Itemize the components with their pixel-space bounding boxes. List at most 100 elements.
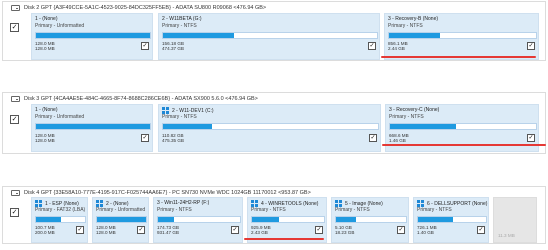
disk-4-partition-4[interactable]: 4 - WINRETOOLS (None) Primary - NTFS 925… (247, 197, 327, 243)
partition-checkbox[interactable]: ✓ (369, 134, 377, 142)
disk-4-partition-1[interactable]: 1 - ESP (None) Primary - FAT32 (LBA) 100… (31, 197, 88, 243)
partition-checkbox[interactable]: ✓ (397, 226, 405, 234)
partition-type: Primary - Unformatted (35, 114, 85, 120)
partition-name: 3 - Win11-24H2-RP (F:) (157, 200, 210, 206)
partition-name: 2 - W11-DEV1 (C:) (162, 107, 214, 114)
partition-name: 3 - Recovery-B (None) (388, 16, 439, 22)
partition-usage-bar (335, 216, 407, 223)
disk-3-checkbox[interactable]: ✓ (10, 115, 19, 124)
partition-name-text: 2 - W11-DEV1 (C:) (172, 107, 214, 114)
disk-2-title: Disk 2 GPT {A3F49CCE-5A1C-4523-9025-84DC… (24, 4, 267, 11)
partition-name: 1 - ESP (None) (35, 200, 79, 207)
annotation-underline (381, 56, 536, 58)
partition-total: 2.44 GB (388, 46, 405, 51)
windows-icon (162, 107, 169, 114)
hard-drive-icon (11, 189, 20, 196)
windows-icon (417, 200, 424, 207)
partition-name: 5 - Image (None) (335, 200, 383, 207)
partition-name: 3 - Recovery-C (None) (389, 107, 440, 113)
disk-2-partition-2[interactable]: 2 - W11BETA (G:) Primary - NTFS 156.18 G… (158, 13, 380, 60)
partition-usage-bar (35, 216, 86, 223)
partition-checkbox[interactable]: ✓ (315, 226, 323, 234)
partition-name: 4 - WINRETOOLS (None) (251, 200, 318, 207)
partition-type: Primary - Unformatted (96, 207, 146, 213)
partition-total: 128.0 MB (35, 46, 55, 51)
partition-total: 18.23 GB (335, 230, 355, 235)
disk-4-header: Disk 4 GPT {33E58A10-777E-4195-917C-F025… (11, 188, 311, 197)
partition-total: 2.43 GB (251, 230, 268, 235)
partition-usage-bar (251, 216, 325, 223)
windows-icon (35, 200, 42, 207)
partition-name: 2 - W11BETA (G:) (162, 16, 202, 22)
partition-type: Primary - NTFS (335, 207, 370, 213)
partition-checkbox[interactable]: ✓ (368, 42, 376, 50)
disk-3-header: Disk 3 GPT {4CA4AE5E-484C-4665-8F74-8688… (11, 94, 258, 103)
hard-drive-icon (11, 4, 20, 11)
partition-type: Primary - NTFS (389, 114, 424, 120)
partition-name: 6 - DELLSUPPORT (None) (417, 200, 487, 207)
partition-name: 2 - (None) (96, 200, 129, 207)
disk-2-checkbox[interactable]: ✓ (10, 23, 19, 32)
partition-name-text: 6 - DELLSUPPORT (None) (427, 200, 488, 207)
disk-4-partition-6[interactable]: 6 - DELLSUPPORT (None) Primary - NTFS 72… (413, 197, 489, 243)
disk-2-partition-1[interactable]: 1 - (None) Primary - Unformatted 128.0 M… (31, 13, 153, 60)
partition-usage-bar (96, 216, 147, 223)
partition-type: Primary - FAT32 (LBA) (35, 207, 86, 213)
partition-checkbox[interactable]: ✓ (527, 134, 535, 142)
partition-type: Primary - Unformatted (35, 23, 85, 29)
partition-total: 128.0 MB (96, 230, 116, 235)
partition-usage-bar (162, 123, 379, 130)
partition-total: 931.47 GB (157, 230, 179, 235)
partition-checkbox[interactable]: ✓ (141, 42, 149, 50)
annotation-underline (382, 144, 546, 146)
partition-name: 1 - (None) (35, 107, 58, 113)
partition-type: Primary - NTFS (251, 207, 286, 213)
partition-name-text: 4 - WINRETOOLS (None) (261, 200, 319, 207)
partition-checkbox[interactable]: ✓ (477, 226, 485, 234)
partition-checkbox[interactable]: ✓ (137, 226, 145, 234)
partition-checkbox[interactable]: ✓ (231, 226, 239, 234)
partition-usage-bar (389, 123, 537, 130)
partition-total: 475.35 GB (162, 138, 184, 143)
disk-4-partition-5[interactable]: 5 - Image (None) Primary - NTFS 5.10 GB … (331, 197, 409, 243)
disk-4-partition-2[interactable]: 2 - (None) Primary - Unformatted 128.0 M… (92, 197, 149, 243)
partition-name-text: 2 - (None) (106, 200, 129, 207)
partition-usage-bar (162, 32, 378, 39)
partition-checkbox[interactable]: ✓ (76, 226, 84, 234)
partition-usage-bar (388, 32, 537, 39)
partition-usage-bar (35, 123, 151, 130)
disk-4-partition-3[interactable]: 3 - Win11-24H2-RP (F:) Primary - NTFS 17… (153, 197, 243, 243)
partition-checkbox[interactable]: ✓ (527, 42, 535, 50)
partition-usage-bar (157, 216, 241, 223)
partition-name-text: 1 - ESP (None) (45, 200, 79, 207)
disk-4-checkbox[interactable]: ✓ (10, 208, 19, 217)
windows-icon (335, 200, 342, 207)
partition-type: Primary - NTFS (417, 207, 452, 213)
partition-usage-bar (417, 216, 487, 223)
disk-2-panel: Disk 2 GPT {A3F49CCE-5A1C-4523-9025-84DC… (2, 1, 546, 61)
partition-type: Primary - NTFS (162, 114, 197, 120)
partition-total: 128.0 MB (35, 138, 55, 143)
unallocated-space[interactable]: 11.3 MB (493, 197, 537, 243)
partition-total: 1.46 GB (389, 138, 406, 143)
disk-2-header: Disk 2 GPT {A3F49CCE-5A1C-4523-9025-84DC… (11, 3, 266, 12)
annotation-underline (244, 238, 324, 240)
windows-icon (96, 200, 103, 207)
partition-total: 200.0 MB (35, 230, 55, 235)
partition-type: Primary - NTFS (157, 207, 192, 213)
disk-2-partition-3[interactable]: 3 - Recovery-B (None) Primary - NTFS 856… (384, 13, 539, 60)
disk-3-partition-2[interactable]: 2 - W11-DEV1 (C:) Primary - NTFS 110.82 … (158, 104, 381, 152)
partition-total: 474.37 GB (162, 46, 184, 51)
disk-3-title: Disk 3 GPT {4CA4AE5E-484C-4665-8F74-8688… (24, 95, 258, 102)
partition-type: Primary - NTFS (162, 23, 197, 29)
partition-total: 1.40 GB (417, 230, 434, 235)
disk-4-title: Disk 4 GPT {33E58A10-777E-4195-917C-F025… (24, 189, 311, 196)
windows-icon (251, 200, 258, 207)
hard-drive-icon (11, 95, 20, 102)
partition-usage-bar (35, 32, 151, 39)
partition-type: Primary - NTFS (388, 23, 423, 29)
disk-4-panel: Disk 4 GPT {33E58A10-777E-4195-917C-F025… (2, 186, 546, 244)
partition-checkbox[interactable]: ✓ (141, 134, 149, 142)
partition-name-text: 5 - Image (None) (345, 200, 383, 207)
disk-3-partition-1[interactable]: 1 - (None) Primary - Unformatted 128.0 M… (31, 104, 153, 152)
